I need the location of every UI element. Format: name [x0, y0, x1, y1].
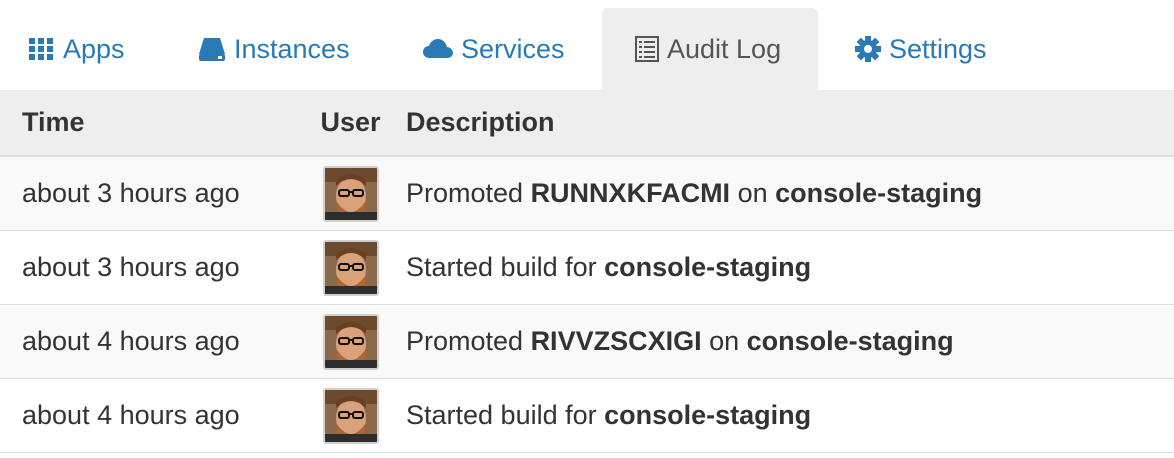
server-icon — [198, 36, 226, 62]
description-entity: console-staging — [604, 400, 812, 430]
description-entity: RIVVZSCXIGI — [530, 326, 702, 356]
tab-audit-log[interactable]: Audit Log — [602, 8, 818, 90]
cloud-icon — [423, 38, 453, 60]
cell-user — [295, 304, 406, 379]
table-row: about 4 hours ago Promoted RIVVZSCXIGI on… — [0, 304, 1174, 379]
tab-apps[interactable]: Apps — [29, 8, 125, 90]
column-header-time: Time — [0, 90, 295, 157]
cell-time: about 3 hours ago — [0, 230, 295, 305]
tab-services[interactable]: Services — [423, 8, 565, 90]
table-row: about 4 hours ago Started build for conso… — [0, 378, 1174, 453]
description-text: Started build for — [406, 252, 605, 282]
description-text: on — [701, 326, 747, 356]
grid-icon — [29, 38, 55, 60]
description-text: Started build for — [406, 400, 605, 430]
gear-icon — [855, 36, 881, 62]
cell-time: about 4 hours ago — [0, 378, 295, 453]
list-icon — [635, 36, 659, 62]
tab-bar: Apps Instances Services Audit Log Settin… — [0, 0, 1174, 90]
cell-user — [295, 378, 406, 453]
cell-user — [295, 230, 406, 305]
description-text: Promoted — [406, 326, 531, 356]
description-entity: console-staging — [746, 326, 954, 356]
description-entity: RUNNXKFACMI — [530, 178, 731, 208]
cell-time: about 3 hours ago — [0, 156, 295, 231]
tab-label: Services — [461, 33, 565, 64]
cell-description: Promoted RUNNXKFACMI on console-staging — [406, 156, 1174, 231]
avatar — [322, 387, 379, 444]
description-entity: console-staging — [604, 252, 812, 282]
cell-description: Promoted RIVVZSCXIGI on console-staging — [406, 304, 1174, 379]
audit-log-table: Time User Description about 3 hours ago P… — [0, 90, 1174, 453]
tab-settings[interactable]: Settings — [855, 8, 987, 90]
tab-instances[interactable]: Instances — [198, 8, 350, 90]
tab-label: Audit Log — [667, 33, 782, 64]
tab-label: Instances — [234, 33, 350, 64]
table-row: about 3 hours ago Started build for conso… — [0, 230, 1174, 305]
cell-description: Started build for console-staging — [406, 230, 1174, 305]
tab-label: Apps — [63, 33, 125, 64]
description-entity: console-staging — [775, 178, 983, 208]
description-text: on — [730, 178, 776, 208]
column-header-description: Description — [406, 90, 1174, 157]
avatar — [322, 165, 379, 222]
column-header-user: User — [295, 90, 406, 157]
avatar — [322, 313, 379, 370]
tab-label: Settings — [889, 33, 987, 64]
description-text: Promoted — [406, 178, 531, 208]
cell-user — [295, 156, 406, 231]
avatar — [322, 239, 379, 296]
cell-description: Started build for console-staging — [406, 378, 1174, 453]
table-row: about 3 hours ago Promoted RUNNXKFACMI on… — [0, 156, 1174, 231]
table-header-row: Time User Description — [0, 90, 1174, 157]
cell-time: about 4 hours ago — [0, 304, 295, 379]
